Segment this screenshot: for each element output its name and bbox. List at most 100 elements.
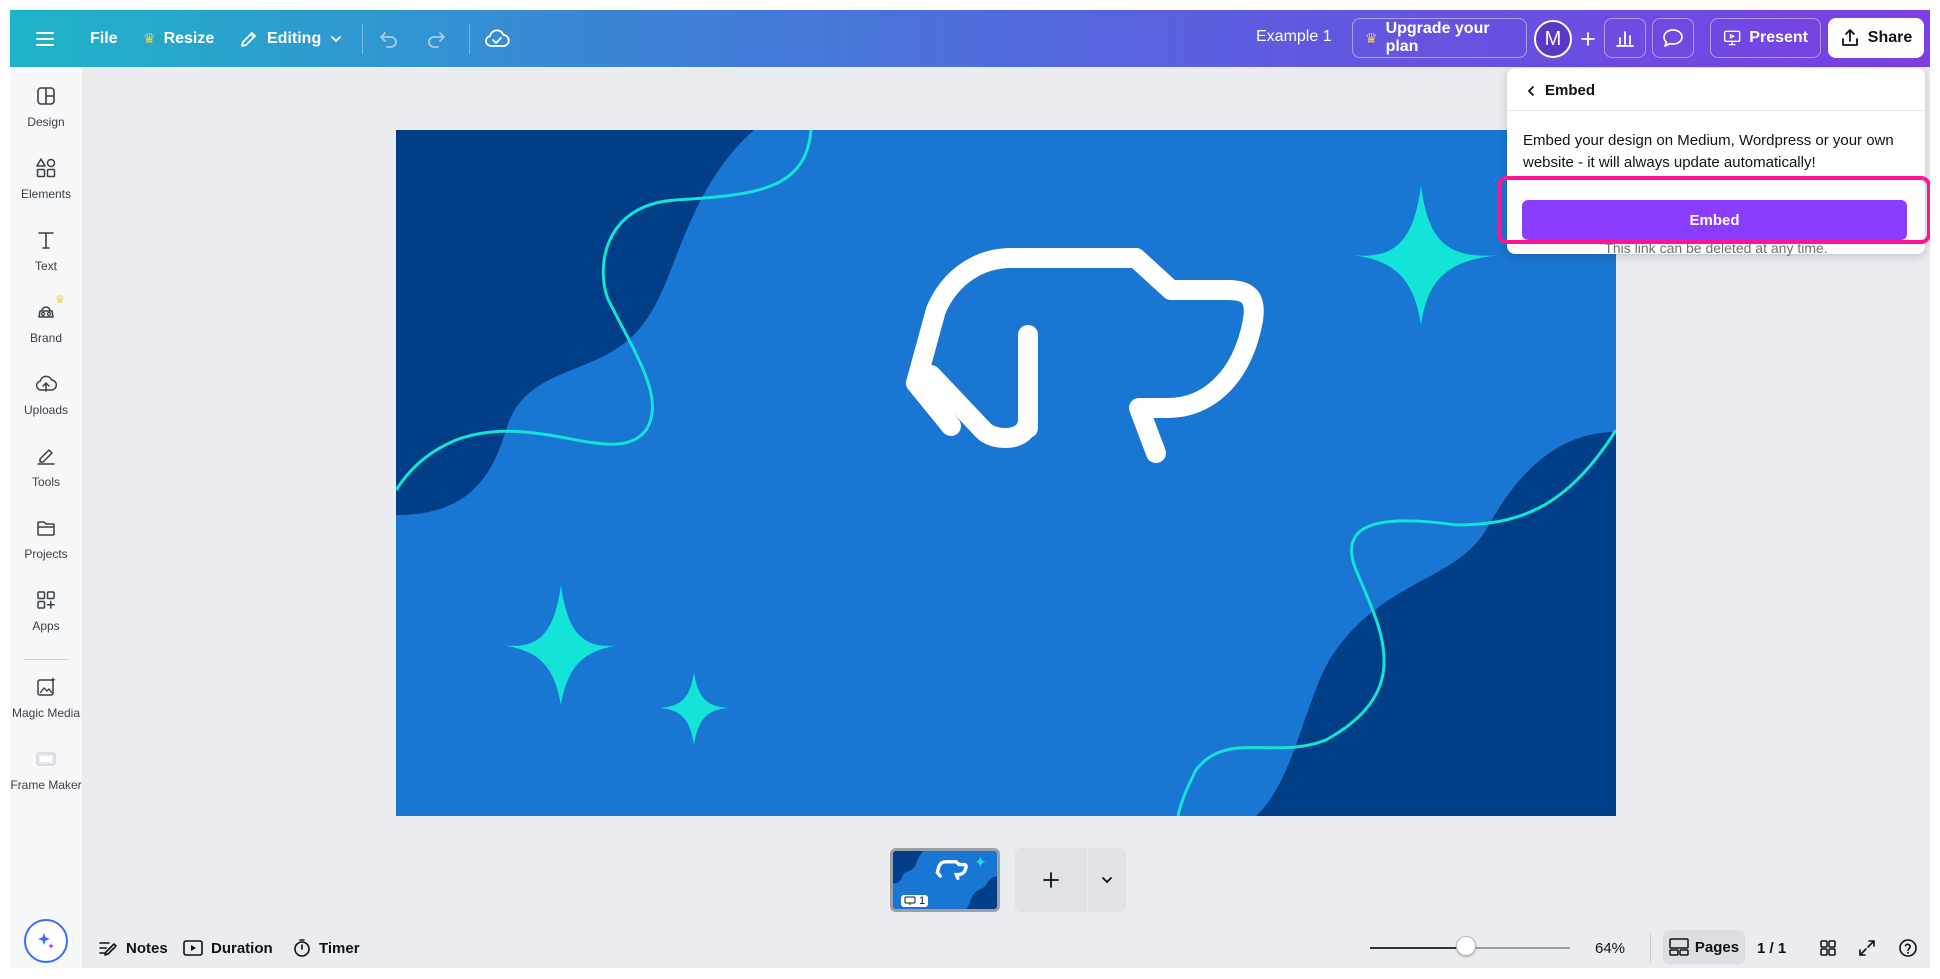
editing-mode-dropdown[interactable]: Editing bbox=[239, 10, 343, 67]
redo-button[interactable] bbox=[425, 10, 447, 67]
sidebar-item-tools[interactable]: Tools bbox=[10, 443, 82, 505]
file-menu-button[interactable]: File bbox=[90, 10, 118, 67]
design-icon bbox=[33, 83, 59, 109]
sidebar-item-label: Uploads bbox=[23, 403, 69, 417]
sidebar-item-label: Tools bbox=[31, 475, 60, 489]
comments-button[interactable] bbox=[1652, 18, 1694, 58]
resize-button[interactable]: ♛ Resize bbox=[143, 10, 214, 67]
notes-icon bbox=[99, 942, 117, 956]
add-page-button[interactable] bbox=[1015, 848, 1087, 912]
stopwatch-icon bbox=[294, 939, 310, 957]
embed-back-button[interactable]: Embed bbox=[1525, 82, 1595, 99]
top-bar: File ♛ Resize Editing Example 1 ♛ Upgrad… bbox=[10, 10, 1930, 67]
fullscreen-button[interactable] bbox=[1858, 936, 1876, 960]
upgrade-plan-button[interactable]: ♛ Upgrade your plan bbox=[1352, 18, 1527, 58]
sidebar-item-frame-maker[interactable]: Frame Maker bbox=[10, 746, 82, 808]
present-button[interactable]: Present bbox=[1710, 18, 1821, 58]
notes-label: Notes bbox=[126, 939, 168, 957]
page-counter: 1 / 1 bbox=[1757, 936, 1786, 960]
plus-icon bbox=[1581, 31, 1595, 46]
chevron-left-icon bbox=[1527, 85, 1534, 96]
sidebar-item-elements[interactable]: Elements bbox=[10, 155, 82, 217]
zoom-level-label: 64% bbox=[1595, 939, 1626, 957]
magic-assistant-button[interactable] bbox=[24, 919, 68, 963]
duration-label: Duration bbox=[211, 939, 273, 957]
sidebar-item-uploads[interactable]: Uploads bbox=[10, 371, 82, 433]
timer-button[interactable]: Timer bbox=[293, 936, 360, 960]
expand-icon bbox=[1859, 940, 1875, 956]
resize-label: Resize bbox=[163, 29, 215, 47]
crown-icon: ♛ bbox=[55, 294, 65, 306]
undo-button[interactable] bbox=[378, 10, 400, 67]
zoom-slider-handle[interactable] bbox=[1456, 936, 1476, 956]
main-menu-button[interactable] bbox=[36, 10, 54, 67]
file-menu-label: File bbox=[90, 29, 118, 47]
pencil-icon bbox=[241, 31, 256, 47]
bottom-bar-divider bbox=[1650, 934, 1651, 962]
page-counter-label: 1 / 1 bbox=[1757, 939, 1787, 957]
tools-icon bbox=[33, 443, 59, 469]
comment-icon bbox=[1663, 29, 1683, 47]
chevron-down-icon bbox=[1102, 877, 1112, 884]
bar-chart-icon bbox=[1616, 31, 1634, 47]
uploads-icon bbox=[33, 371, 59, 397]
save-status-button[interactable] bbox=[484, 10, 510, 67]
embed-description: Embed your design on Medium, Wordpress o… bbox=[1523, 132, 1894, 171]
add-page-options-button[interactable] bbox=[1088, 848, 1126, 912]
upload-share-icon bbox=[1841, 29, 1858, 46]
plus-icon bbox=[1043, 872, 1059, 888]
sidebar-item-label: Apps bbox=[32, 619, 60, 633]
projects-icon bbox=[33, 515, 59, 541]
pages-view-button[interactable]: Pages bbox=[1663, 930, 1745, 964]
frame-maker-icon bbox=[33, 746, 59, 772]
page-thumbnail[interactable]: 1 bbox=[890, 848, 1000, 912]
text-icon bbox=[33, 227, 59, 253]
editing-label: Editing bbox=[267, 29, 322, 47]
sidebar-item-brand[interactable]: ♛ Brand bbox=[10, 294, 82, 361]
present-label: Present bbox=[1749, 29, 1808, 46]
crown-icon: ♛ bbox=[143, 30, 156, 46]
insights-button[interactable] bbox=[1604, 18, 1646, 58]
apps-icon bbox=[33, 587, 59, 613]
present-icon bbox=[1723, 30, 1741, 46]
sidebar-item-text[interactable]: Text bbox=[10, 227, 82, 289]
sidebar-item-magic-media[interactable]: Magic Media bbox=[10, 674, 82, 736]
magic-media-icon bbox=[33, 674, 59, 700]
share-button[interactable]: Share bbox=[1828, 18, 1924, 58]
page-number-badge: 1 bbox=[901, 895, 929, 907]
embed-button-highlight bbox=[1497, 176, 1930, 244]
upgrade-label: Upgrade your plan bbox=[1385, 20, 1490, 55]
chevron-down-icon bbox=[331, 35, 342, 42]
crown-icon: ♛ bbox=[1365, 29, 1378, 46]
sidebar-item-label: Design bbox=[27, 115, 65, 129]
sidebar-item-label: Text bbox=[34, 259, 57, 273]
sidebar-item-label: Frame Maker bbox=[10, 778, 82, 792]
share-label: Share bbox=[1867, 29, 1913, 46]
sparkle-icon bbox=[38, 933, 54, 949]
document-title[interactable]: Example 1 bbox=[1256, 28, 1332, 46]
user-avatar[interactable]: M bbox=[1534, 20, 1572, 58]
app-frame: File ♛ Resize Editing Example 1 ♛ Upgrad… bbox=[10, 10, 1930, 968]
left-sidebar: Design Elements Text ♛ Brand Uploads Too… bbox=[10, 67, 82, 968]
embed-popup-title: Embed bbox=[1545, 82, 1596, 99]
design-canvas[interactable] bbox=[396, 130, 1616, 816]
grid-icon bbox=[1820, 940, 1836, 956]
invite-collaborator-button[interactable] bbox=[1580, 10, 1596, 67]
notes-button[interactable]: Notes bbox=[98, 936, 168, 960]
zoom-level-button[interactable]: 64% bbox=[1595, 936, 1625, 960]
elements-icon bbox=[33, 155, 59, 181]
grid-view-button[interactable] bbox=[1819, 936, 1837, 960]
page-number: 1 bbox=[919, 895, 926, 907]
sidebar-item-label: Projects bbox=[24, 547, 68, 561]
sidebar-item-design[interactable]: Design bbox=[10, 83, 82, 145]
brand-icon: ♛ bbox=[33, 294, 65, 325]
sidebar-item-apps[interactable]: Apps bbox=[10, 587, 82, 649]
avatar-initial: M bbox=[1544, 27, 1562, 50]
popup-divider bbox=[1507, 110, 1925, 111]
presentation-icon bbox=[904, 896, 916, 905]
help-button[interactable] bbox=[1898, 936, 1918, 960]
play-icon bbox=[183, 940, 203, 956]
duration-button[interactable]: Duration bbox=[183, 936, 273, 960]
pages-label: Pages bbox=[1694, 938, 1740, 956]
sidebar-item-projects[interactable]: Projects bbox=[10, 515, 82, 577]
